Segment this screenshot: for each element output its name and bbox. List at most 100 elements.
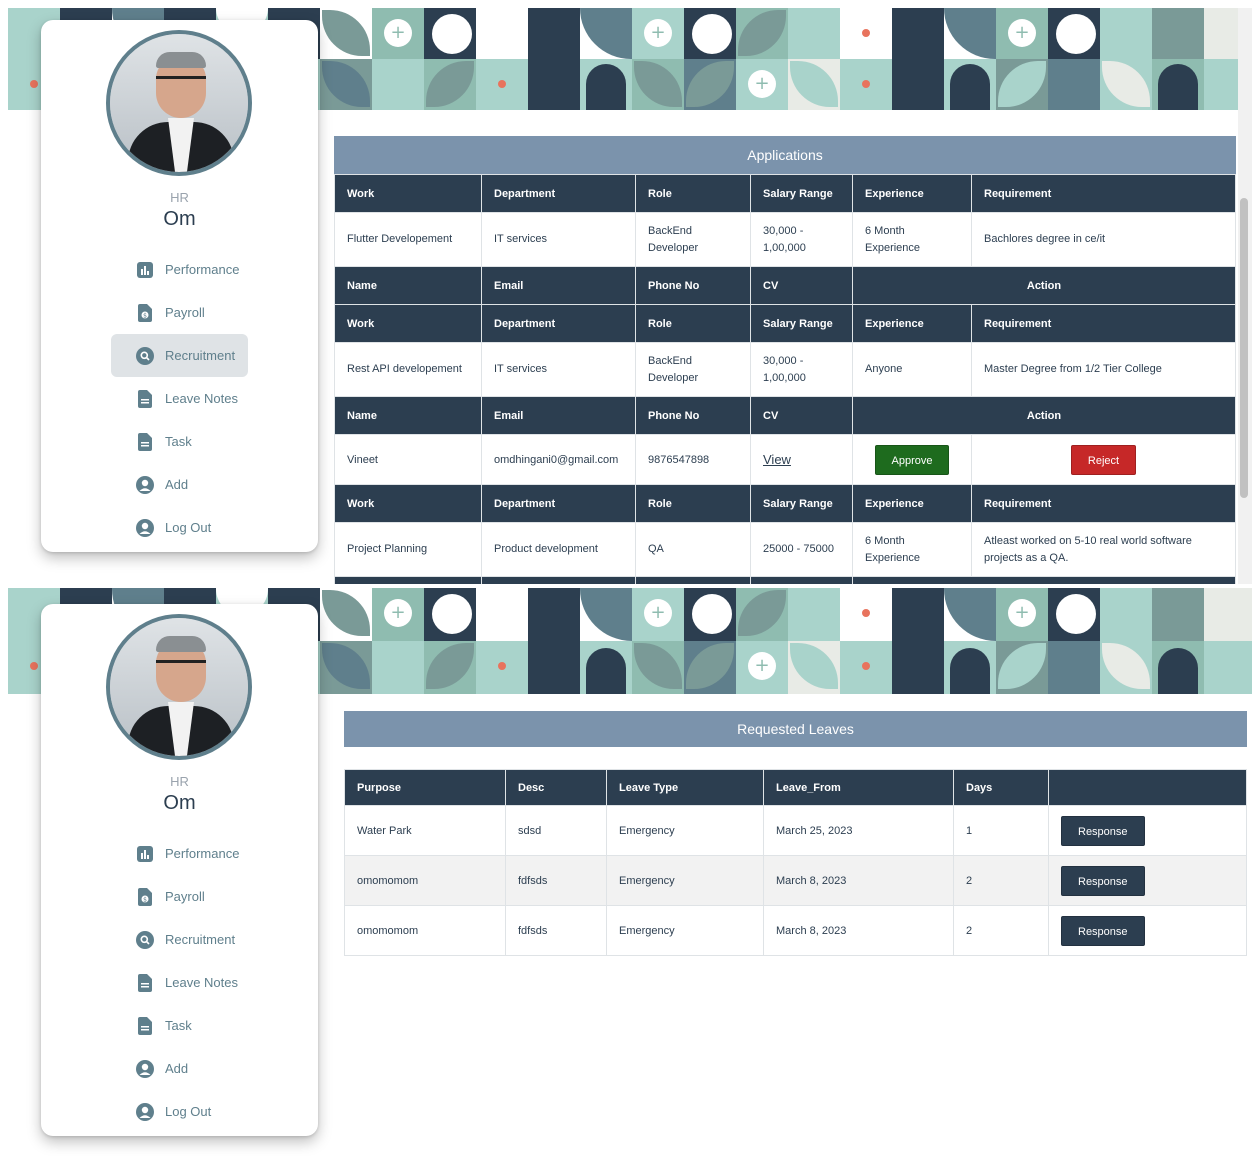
user-circle-icon bbox=[135, 1102, 155, 1122]
leave-type: Emergency bbox=[606, 905, 764, 956]
column-header: Salary Range bbox=[750, 174, 853, 213]
sidebar-item-label: Recruitment bbox=[165, 932, 236, 947]
column-header: Name bbox=[334, 396, 482, 435]
leave-desc: fdfsds bbox=[505, 905, 607, 956]
response-cell: Response bbox=[1048, 805, 1247, 856]
profile-name: Om bbox=[163, 208, 196, 230]
column-header: Experience bbox=[852, 484, 972, 523]
column-header: Salary Range bbox=[750, 304, 853, 343]
leave-type: Emergency bbox=[606, 805, 764, 856]
reject-button[interactable]: Reject bbox=[1070, 444, 1137, 475]
bar-chart-icon bbox=[135, 844, 155, 864]
column-header: Requirement bbox=[971, 174, 1236, 213]
approve-cell: Approve bbox=[852, 434, 972, 485]
column-header: Leave Type bbox=[606, 769, 764, 806]
job-work: Flutter Developement bbox=[334, 212, 482, 267]
scrollbar[interactable] bbox=[1238, 8, 1252, 584]
applicant-header-row: Name Email Phone No CV Action bbox=[334, 266, 1236, 305]
scrollbar-thumb[interactable] bbox=[1240, 198, 1248, 498]
sidebar-item-add[interactable]: Add bbox=[111, 463, 251, 506]
search-icon bbox=[135, 930, 155, 950]
job-experience: Anyone bbox=[852, 342, 972, 397]
column-header: CV bbox=[750, 396, 853, 435]
user-circle-icon bbox=[135, 475, 155, 495]
sidebar-item-leave-notes[interactable]: Leave Notes bbox=[111, 961, 251, 1004]
sidebar-item-label: Add bbox=[165, 1061, 189, 1076]
leaves-header-row: Purpose Desc Leave Type Leave_From Days bbox=[344, 769, 1247, 806]
column-header: Email bbox=[481, 266, 636, 305]
table-row: Water Park sdsd Emergency March 25, 2023… bbox=[344, 805, 1247, 856]
document-icon bbox=[135, 389, 155, 409]
profile-role: HR bbox=[170, 774, 189, 789]
user-circle-icon bbox=[135, 1059, 155, 1079]
sidebar-item-performance[interactable]: Performance bbox=[111, 248, 251, 291]
job-experience: 6 Month Experience bbox=[852, 522, 972, 577]
leave-type: Emergency bbox=[606, 855, 764, 906]
job-requirement: Bachlores degree in ce/it bbox=[971, 212, 1236, 267]
sidebar-item-performance[interactable]: Performance bbox=[111, 832, 251, 875]
leave-purpose: omomomom bbox=[344, 905, 506, 956]
column-header: Email bbox=[481, 396, 636, 435]
sidebar-item-label: Leave Notes bbox=[165, 391, 238, 406]
column-header: Email bbox=[481, 576, 636, 584]
column-header: Phone No bbox=[635, 576, 751, 584]
approve-button[interactable]: Approve bbox=[874, 444, 950, 475]
response-button[interactable]: Response bbox=[1061, 815, 1145, 846]
applicant-name: Vineet bbox=[334, 434, 482, 485]
job-header-row: Work Department Role Salary Range Experi… bbox=[334, 304, 1236, 343]
job-department: IT services bbox=[481, 212, 636, 267]
recruitment-screen: + + + + HR Om Performance $ Payroll Recruit… bbox=[8, 8, 1252, 584]
column-header: Department bbox=[481, 304, 636, 343]
sidebar: HR Om Performance $ Payroll Recruitment … bbox=[41, 604, 318, 1136]
sidebar-item-add[interactable]: Add bbox=[111, 1047, 251, 1090]
leave-from: March 8, 2023 bbox=[763, 855, 954, 906]
sidebar-item-logout[interactable]: Log Out bbox=[111, 506, 251, 549]
leave-from: March 25, 2023 bbox=[763, 805, 954, 856]
payroll-icon: $ bbox=[135, 303, 155, 323]
job-salary: 30,000 - 1,00,000 bbox=[750, 212, 853, 267]
leave-days: 2 bbox=[953, 855, 1049, 906]
column-header: Action bbox=[852, 576, 1236, 584]
search-icon bbox=[135, 346, 155, 366]
column-header: Name bbox=[334, 576, 482, 584]
document-icon bbox=[135, 973, 155, 993]
applicant-cv-cell: View bbox=[750, 434, 853, 485]
sidebar-item-payroll[interactable]: $ Payroll bbox=[111, 291, 251, 334]
requested-leaves-title: Requested Leaves bbox=[344, 711, 1247, 747]
response-button[interactable]: Response bbox=[1061, 915, 1145, 946]
sidebar-item-task[interactable]: Task bbox=[111, 420, 251, 463]
sidebar-item-label: Payroll bbox=[165, 889, 205, 904]
sidebar-item-task[interactable]: Task bbox=[111, 1004, 251, 1047]
job-work: Rest API developement bbox=[334, 342, 482, 397]
column-header: Experience bbox=[852, 174, 972, 213]
job-work: Project Planning bbox=[334, 522, 482, 577]
sidebar-nav: Performance $ Payroll Recruitment Leave … bbox=[111, 832, 251, 1133]
column-header: Desc bbox=[505, 769, 607, 806]
response-button[interactable]: Response bbox=[1061, 865, 1145, 896]
job-department: IT services bbox=[481, 342, 636, 397]
column-header bbox=[1048, 769, 1247, 806]
view-cv-link[interactable]: View bbox=[763, 452, 791, 467]
sidebar-item-logout[interactable]: Log Out bbox=[111, 1090, 251, 1133]
sidebar-nav: Performance $ Payroll Recruitment Leave … bbox=[111, 248, 251, 549]
column-header: Days bbox=[953, 769, 1049, 806]
sidebar-item-leave-notes[interactable]: Leave Notes bbox=[111, 377, 251, 420]
sidebar-item-payroll[interactable]: $ Payroll bbox=[111, 875, 251, 918]
applicant-phone: 9876547898 bbox=[635, 434, 751, 485]
svg-text:$: $ bbox=[143, 896, 147, 903]
sidebar-item-recruitment[interactable]: Recruitment bbox=[111, 918, 251, 961]
column-header: Salary Range bbox=[750, 484, 853, 523]
column-header: Work bbox=[334, 484, 482, 523]
sidebar-item-recruitment[interactable]: Recruitment bbox=[111, 334, 251, 377]
profile-role: HR bbox=[170, 190, 189, 205]
column-header: Role bbox=[635, 174, 751, 213]
leave-desc: fdfsds bbox=[505, 855, 607, 906]
applications-table: Work Department Role Salary Range Experi… bbox=[334, 174, 1236, 584]
leave-days: 2 bbox=[953, 905, 1049, 956]
column-header: CV bbox=[750, 576, 853, 584]
sidebar-item-label: Log Out bbox=[165, 520, 212, 535]
response-cell: Response bbox=[1048, 905, 1247, 956]
sidebar-item-label: Leave Notes bbox=[165, 975, 238, 990]
profile-avatar bbox=[106, 614, 252, 760]
sidebar-item-label: Add bbox=[165, 477, 189, 492]
